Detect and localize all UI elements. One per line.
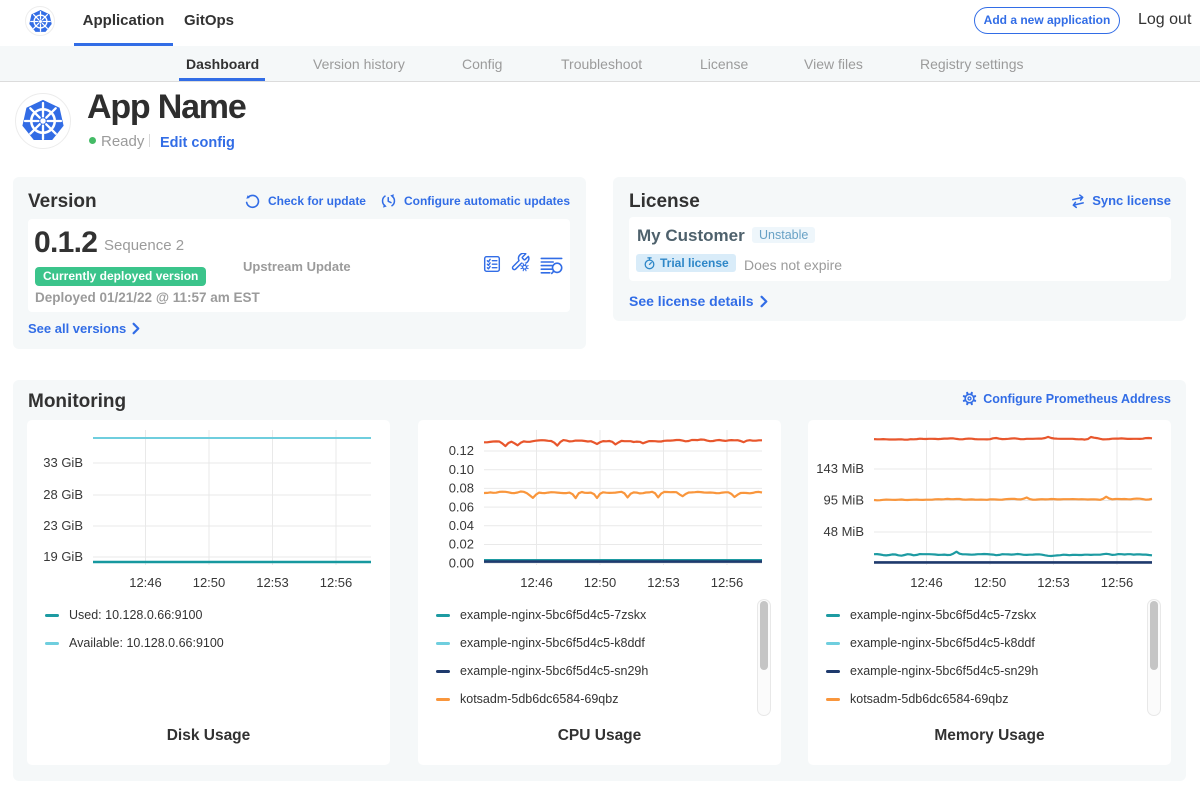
svg-text:12:50: 12:50	[193, 575, 226, 590]
svg-text:12:46: 12:46	[129, 575, 162, 590]
svg-text:12:50: 12:50	[584, 575, 617, 590]
svg-text:0.10: 0.10	[449, 462, 474, 477]
svg-text:143 MiB: 143 MiB	[816, 461, 864, 476]
svg-text:95 MiB: 95 MiB	[824, 493, 864, 508]
svg-text:12:53: 12:53	[647, 575, 680, 590]
svg-text:12:53: 12:53	[1037, 575, 1070, 590]
svg-text:33 GiB: 33 GiB	[43, 455, 83, 470]
svg-text:12:56: 12:56	[320, 575, 353, 590]
svg-text:28 GiB: 28 GiB	[43, 487, 83, 502]
svg-text:0.04: 0.04	[449, 518, 474, 533]
svg-text:23 GiB: 23 GiB	[43, 518, 83, 533]
svg-text:0.02: 0.02	[449, 537, 474, 552]
svg-text:12:50: 12:50	[974, 575, 1007, 590]
svg-text:19 GiB: 19 GiB	[43, 549, 83, 564]
svg-text:12:56: 12:56	[1101, 575, 1134, 590]
svg-text:12:56: 12:56	[711, 575, 744, 590]
svg-text:0.12: 0.12	[449, 443, 474, 458]
svg-text:0.00: 0.00	[449, 555, 474, 570]
svg-text:12:46: 12:46	[910, 575, 943, 590]
svg-text:12:53: 12:53	[256, 575, 289, 590]
svg-text:12:46: 12:46	[520, 575, 553, 590]
svg-text:48 MiB: 48 MiB	[824, 524, 864, 539]
svg-text:0.08: 0.08	[449, 481, 474, 496]
svg-text:0.06: 0.06	[449, 499, 474, 514]
